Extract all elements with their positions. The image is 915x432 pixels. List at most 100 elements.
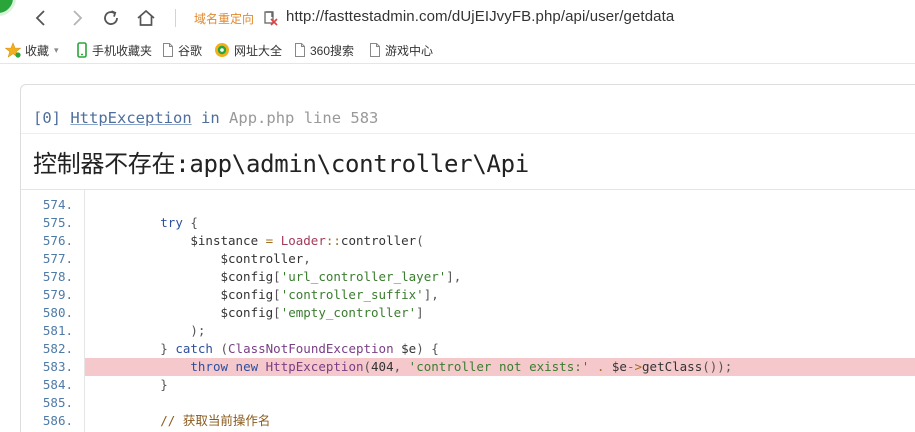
line-number: 583.: [42, 359, 73, 374]
code-token: {: [182, 215, 198, 230]
code-token: 'empty_controller': [280, 305, 417, 320]
code-token: // 获取当前操作名: [160, 413, 271, 428]
back-icon: [35, 10, 45, 26]
code-token: ,: [303, 251, 311, 266]
line-number: 586.: [42, 413, 73, 428]
code-token: $config: [220, 287, 274, 302]
page-icon: [163, 43, 173, 57]
bookmark-mobile[interactable]: 手机收藏夹: [76, 41, 152, 59]
bookmark-label: 360搜索: [310, 43, 355, 58]
line-number: 577.: [42, 251, 73, 266]
code-token: $instance: [190, 233, 259, 248]
code-token: ,: [393, 359, 409, 374]
code-token: [: [273, 287, 281, 302]
line-number: 581.: [42, 323, 73, 338]
code-token: $config: [220, 305, 274, 320]
line-number: 582.: [42, 341, 73, 356]
line-number: 584.: [42, 377, 73, 392]
bookmarks-bar: 收藏 ▾ 手机收藏夹 谷歌 网址大全 360搜索 游戏中心: [0, 36, 915, 64]
code-token: ]: [416, 305, 424, 320]
code-line: // 获取当前操作名: [85, 412, 915, 430]
code-token: 404: [371, 359, 394, 374]
line-number: 578.: [42, 269, 73, 284]
code-line-highlighted: throw new HttpException(404, 'controller…: [85, 358, 915, 376]
line-number-gutter: 574. 575. 576. 577. 578. 579. 580. 581. 582. 583.…: [21, 190, 85, 432]
code-line: $config['empty_controller']: [85, 304, 915, 322]
back-button[interactable]: [30, 7, 52, 29]
code-token: 'url_controller_layer': [280, 269, 447, 284]
code-token: getClass: [642, 359, 703, 374]
globe-icon: [215, 43, 229, 57]
code-token: ],: [446, 269, 462, 284]
phone-icon: [77, 42, 87, 58]
address-bar[interactable]: http://fasttestadmin.com/dUjEIJvyFB.php/…: [286, 8, 674, 25]
bookmark-360-search[interactable]: 360搜索: [294, 41, 354, 59]
code-token: [: [273, 269, 281, 284]
bookmark-label: 游戏中心: [385, 43, 434, 58]
bookmark-label: 收藏: [25, 43, 50, 58]
line-number: 580.: [42, 305, 73, 320]
exception-divider: [21, 133, 915, 134]
page-icon: [370, 43, 380, 57]
home-button[interactable]: [135, 7, 157, 29]
bookmark-game-center[interactable]: 游戏中心: [369, 41, 433, 59]
reload-button[interactable]: [100, 7, 122, 29]
exception-panel: [0] HttpException in App.php line 583 控制…: [20, 84, 915, 432]
home-icon: [137, 9, 155, 26]
code-token: (: [416, 233, 424, 248]
code-token: $config: [220, 269, 274, 284]
code-token: ());: [702, 359, 733, 374]
code-token: $e: [611, 359, 627, 374]
exception-class-link[interactable]: HttpException: [70, 109, 191, 127]
browser-toolbar: 域名重定向 http://fasttestadmin.com/dUjEIJvyF…: [0, 0, 915, 36]
code-token: $controller: [220, 251, 304, 266]
forward-button[interactable]: [66, 7, 88, 29]
code-token: }: [100, 341, 176, 356]
dns-icon[interactable]: [263, 9, 279, 27]
exception-in-word: in: [201, 109, 220, 127]
bookmark-site-directory[interactable]: 网址大全: [214, 41, 282, 59]
code-token: (: [363, 359, 372, 374]
exception-file: App.php: [229, 109, 295, 127]
bookmark-label: 网址大全: [234, 43, 283, 58]
code-line: $instance = Loader::controller(: [85, 232, 915, 250]
code-token: 'controller_suffix': [280, 287, 424, 302]
code-token: throw: [190, 359, 229, 374]
dns-redirect-label[interactable]: 域名重定向: [194, 10, 254, 27]
code-line: $config['url_controller_layer'],: [85, 268, 915, 286]
code-token: ::: [325, 233, 341, 248]
exception-message: 控制器不存在:app\admin\controller\Api: [33, 150, 529, 178]
exception-info: [0] HttpException in App.php line 583: [33, 109, 378, 127]
code-token: catch: [175, 341, 213, 356]
code-token: 'controller not exists:': [408, 359, 590, 374]
bookmark-google[interactable]: 谷歌: [162, 41, 202, 59]
code-token: }: [100, 377, 168, 392]
forward-icon: [73, 10, 83, 26]
code-line: );: [85, 322, 915, 340]
source-code-panel: 574. 575. 576. 577. 578. 579. 580. 581. 582. 583.…: [21, 190, 915, 432]
code-token: Loader: [280, 233, 326, 248]
exception-line-word: line: [303, 109, 342, 127]
exception-index: [0]: [33, 109, 61, 127]
code-token: );: [100, 323, 206, 338]
code-token: try: [160, 215, 183, 230]
bookmark-favorites[interactable]: 收藏 ▾: [5, 41, 59, 59]
line-number: 575.: [42, 215, 73, 230]
line-number: 579.: [42, 287, 73, 302]
code-token: $e: [401, 341, 417, 356]
reload-icon: [104, 10, 118, 25]
